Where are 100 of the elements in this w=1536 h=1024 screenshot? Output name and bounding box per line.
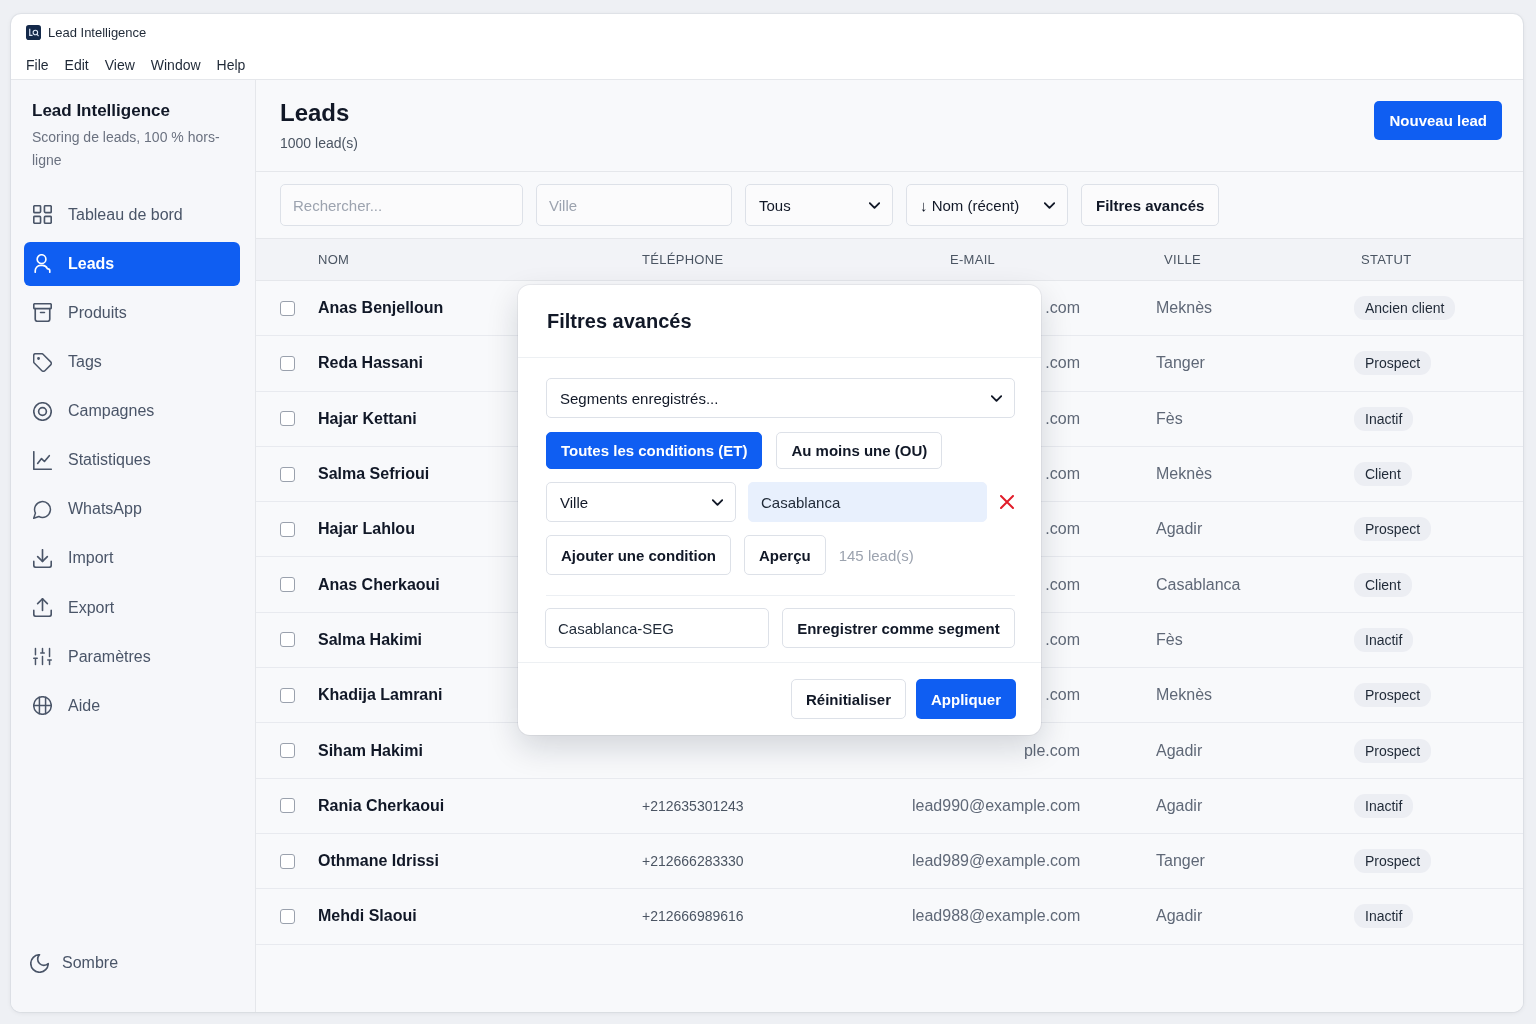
window-title: Lead Intelligence	[48, 24, 147, 40]
chevron-down-icon	[869, 201, 880, 209]
search-field[interactable]: Rechercher...	[280, 184, 523, 226]
upload-icon	[33, 598, 52, 617]
advanced-filters-button[interactable]: Filtres avancés	[1081, 184, 1220, 226]
column-header: VILLE	[1163, 252, 1201, 267]
city-name: Fès	[1156, 409, 1183, 427]
row-checkbox[interactable]	[280, 466, 295, 482]
lead-name: Khadija Lamrani	[318, 686, 443, 704]
status-badge: Client	[1354, 572, 1412, 597]
row-checkbox[interactable]	[280, 743, 295, 758]
nav-item[interactable]: Import	[24, 536, 240, 581]
nav-item[interactable]: Campagnes	[24, 389, 240, 433]
menu-item[interactable]: View	[104, 56, 135, 73]
lead-name: Mehdi Slaoui	[318, 907, 417, 925]
nav-item[interactable]: Tableau de bord	[24, 193, 240, 237]
row-checkbox[interactable]	[280, 798, 295, 814]
email-address: .com	[1045, 686, 1080, 704]
email-address: ple.com	[1023, 741, 1080, 759]
apply-button[interactable]: Appliquer	[916, 679, 1016, 719]
status-badge: Inactif	[1354, 904, 1414, 929]
lead-name: Reda Hassani	[318, 354, 423, 372]
column-header: TÉLÉPHONE	[642, 252, 724, 267]
status-badge: Inactif	[1354, 627, 1414, 652]
status-badge: Inactif	[1354, 406, 1414, 431]
nav-item[interactable]: Paramètres	[24, 634, 240, 679]
email-address: .com	[1045, 630, 1080, 648]
chevron-down-icon	[991, 394, 1002, 402]
segment-name-field[interactable]: Casablanca-SEG	[545, 608, 769, 648]
condition-field-select[interactable]: Ville	[546, 482, 736, 522]
reset-button[interactable]: Réinitialiser	[790, 679, 906, 719]
nav-item[interactable]: Leads	[24, 242, 240, 286]
menu-item[interactable]: File	[26, 56, 49, 73]
sort-select[interactable]: ↓ Nom (récent)	[906, 184, 1068, 226]
phone-number: +212666989616	[642, 908, 744, 925]
column-header: NOM	[318, 252, 350, 267]
app-logo-icon	[26, 24, 41, 40]
row-checkbox[interactable]	[280, 521, 295, 537]
nav-item[interactable]: Statistiques	[24, 438, 240, 482]
menu-item[interactable]: Edit	[64, 56, 89, 73]
preview-button[interactable]: Aperçu	[744, 535, 826, 575]
nav-item[interactable]: Tags	[24, 340, 240, 384]
chevron-down-icon	[1044, 201, 1055, 209]
lead-name: Salma Hakimi	[318, 630, 423, 648]
row-checkbox[interactable]	[280, 632, 295, 648]
line-chart-icon	[33, 450, 52, 470]
email-address: .com	[1045, 299, 1080, 317]
status-badge: Prospect	[1354, 517, 1432, 542]
close-icon[interactable]	[1000, 495, 1014, 509]
status-badge: Prospect	[1354, 849, 1432, 874]
status-badge: Inactif	[1354, 793, 1414, 818]
email-address: .com	[1045, 575, 1080, 593]
status-select[interactable]: Tous	[745, 184, 893, 226]
match-mode-toggle[interactable]: Au moins une (OU)	[776, 432, 943, 469]
page-title: Leads	[280, 98, 351, 128]
sliders-icon	[33, 647, 52, 667]
segment-select[interactable]: Segments enregistrés...	[546, 378, 1015, 418]
nav-item[interactable]: Export	[24, 585, 240, 630]
add-condition-button[interactable]: Ajouter une condition	[546, 535, 731, 575]
email-address: lead988@example.com	[912, 907, 1081, 925]
city-name: Casablanca	[1156, 575, 1241, 593]
row-checkbox[interactable]	[280, 853, 295, 869]
row-checkbox[interactable]	[280, 908, 295, 924]
phone-number: +212635301243	[642, 797, 744, 814]
email-address: .com	[1045, 465, 1080, 483]
save-segment-button[interactable]: Enregistrer comme segment	[782, 608, 1015, 648]
email-address: lead990@example.com	[912, 796, 1081, 814]
row-checkbox[interactable]	[280, 355, 295, 371]
lead-name: Hajar Lahlou	[318, 520, 415, 538]
sidebar-tagline: Scoring de leads, 100 % hors-ligne	[31, 128, 221, 170]
city-name: Fès	[1156, 630, 1183, 648]
email-address: .com	[1045, 354, 1080, 372]
menu-item[interactable]: Help	[216, 56, 246, 73]
row-checkbox[interactable]	[280, 300, 295, 316]
new-lead-button[interactable]: Nouveau lead	[1374, 101, 1502, 140]
city-name: Meknès	[1156, 299, 1213, 317]
lead-name: Othmane Idrissi	[318, 852, 439, 870]
city-name: Meknès	[1156, 686, 1213, 704]
lead-name: Salma Sefrioui	[318, 465, 430, 483]
row-checkbox[interactable]	[280, 411, 295, 427]
nav-item[interactable]: WhatsApp	[24, 487, 240, 532]
email-address: lead989@example.com	[912, 852, 1081, 870]
nav-item[interactable]: Produits	[24, 291, 240, 335]
city-name: Agadir	[1156, 796, 1203, 814]
city-field[interactable]: Ville	[536, 184, 732, 226]
moon-icon	[30, 953, 49, 973]
row-checkbox[interactable]	[280, 577, 295, 593]
status-badge: Prospect	[1354, 738, 1432, 763]
theme-toggle[interactable]: Sombre	[24, 952, 119, 974]
nav-item[interactable]: Aide	[24, 683, 240, 728]
condition-value-field[interactable]: Casablanca	[748, 482, 987, 522]
status-badge: Prospect	[1354, 683, 1432, 708]
match-mode-toggle[interactable]: Toutes les conditions (ET)	[546, 432, 763, 469]
menu-item[interactable]: Window	[150, 56, 201, 73]
row-checkbox[interactable]	[280, 687, 295, 703]
lead-count: 1000 lead(s)	[280, 134, 358, 152]
download-icon	[33, 548, 52, 568]
user-icon	[33, 254, 52, 274]
lead-name: Anas Benjelloun	[318, 299, 444, 317]
status-badge: Client	[1354, 462, 1412, 487]
